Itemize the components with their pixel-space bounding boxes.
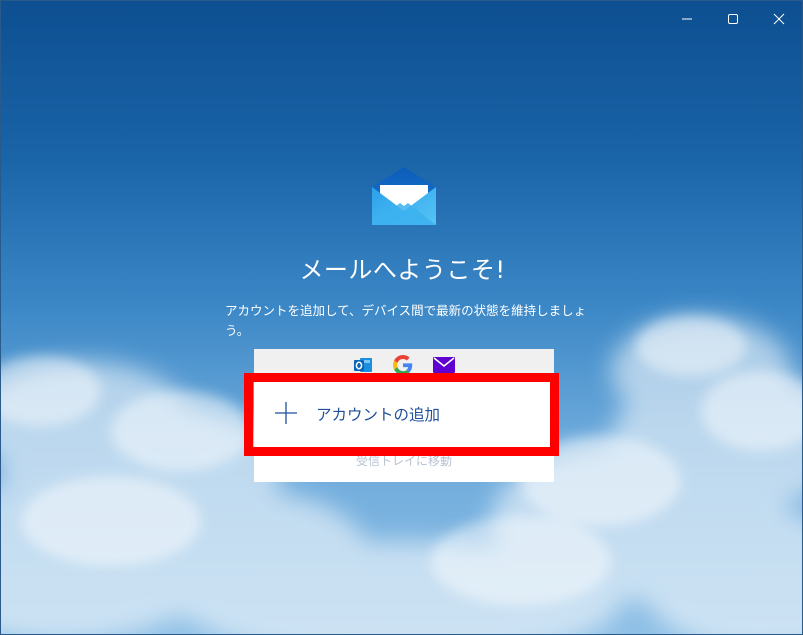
minimize-icon — [682, 18, 692, 20]
yahoo-mail-icon — [433, 357, 455, 373]
go-to-inbox-link[interactable]: 受信トレイに移動 — [254, 452, 554, 469]
plus-icon — [275, 402, 297, 424]
add-account-button[interactable]: アカウントの追加 — [254, 381, 554, 445]
add-account-label: アカウントの追加 — [316, 406, 441, 424]
provider-icons-row — [254, 349, 554, 381]
outlook-icon — [354, 358, 372, 372]
maximize-icon — [728, 14, 738, 24]
google-icon — [393, 355, 413, 375]
welcome-title: メールへようこそ! — [299, 256, 506, 284]
mail-welcome-window: メールへようこそ! アカウントを追加して、デバイス間で最新の状態を維持しましょう… — [0, 0, 803, 635]
welcome-description: アカウントを追加して、デバイス間で最新の状態を維持しましょう。 — [225, 303, 587, 338]
mail-app-icon — [372, 167, 436, 225]
close-icon — [773, 13, 785, 25]
maximize-button[interactable] — [710, 1, 756, 37]
title-bar-controls — [664, 1, 802, 37]
minimize-button[interactable] — [664, 1, 710, 37]
account-panel: アカウントの追加 受信トレイに移動 — [254, 349, 554, 482]
close-button[interactable] — [756, 1, 802, 37]
